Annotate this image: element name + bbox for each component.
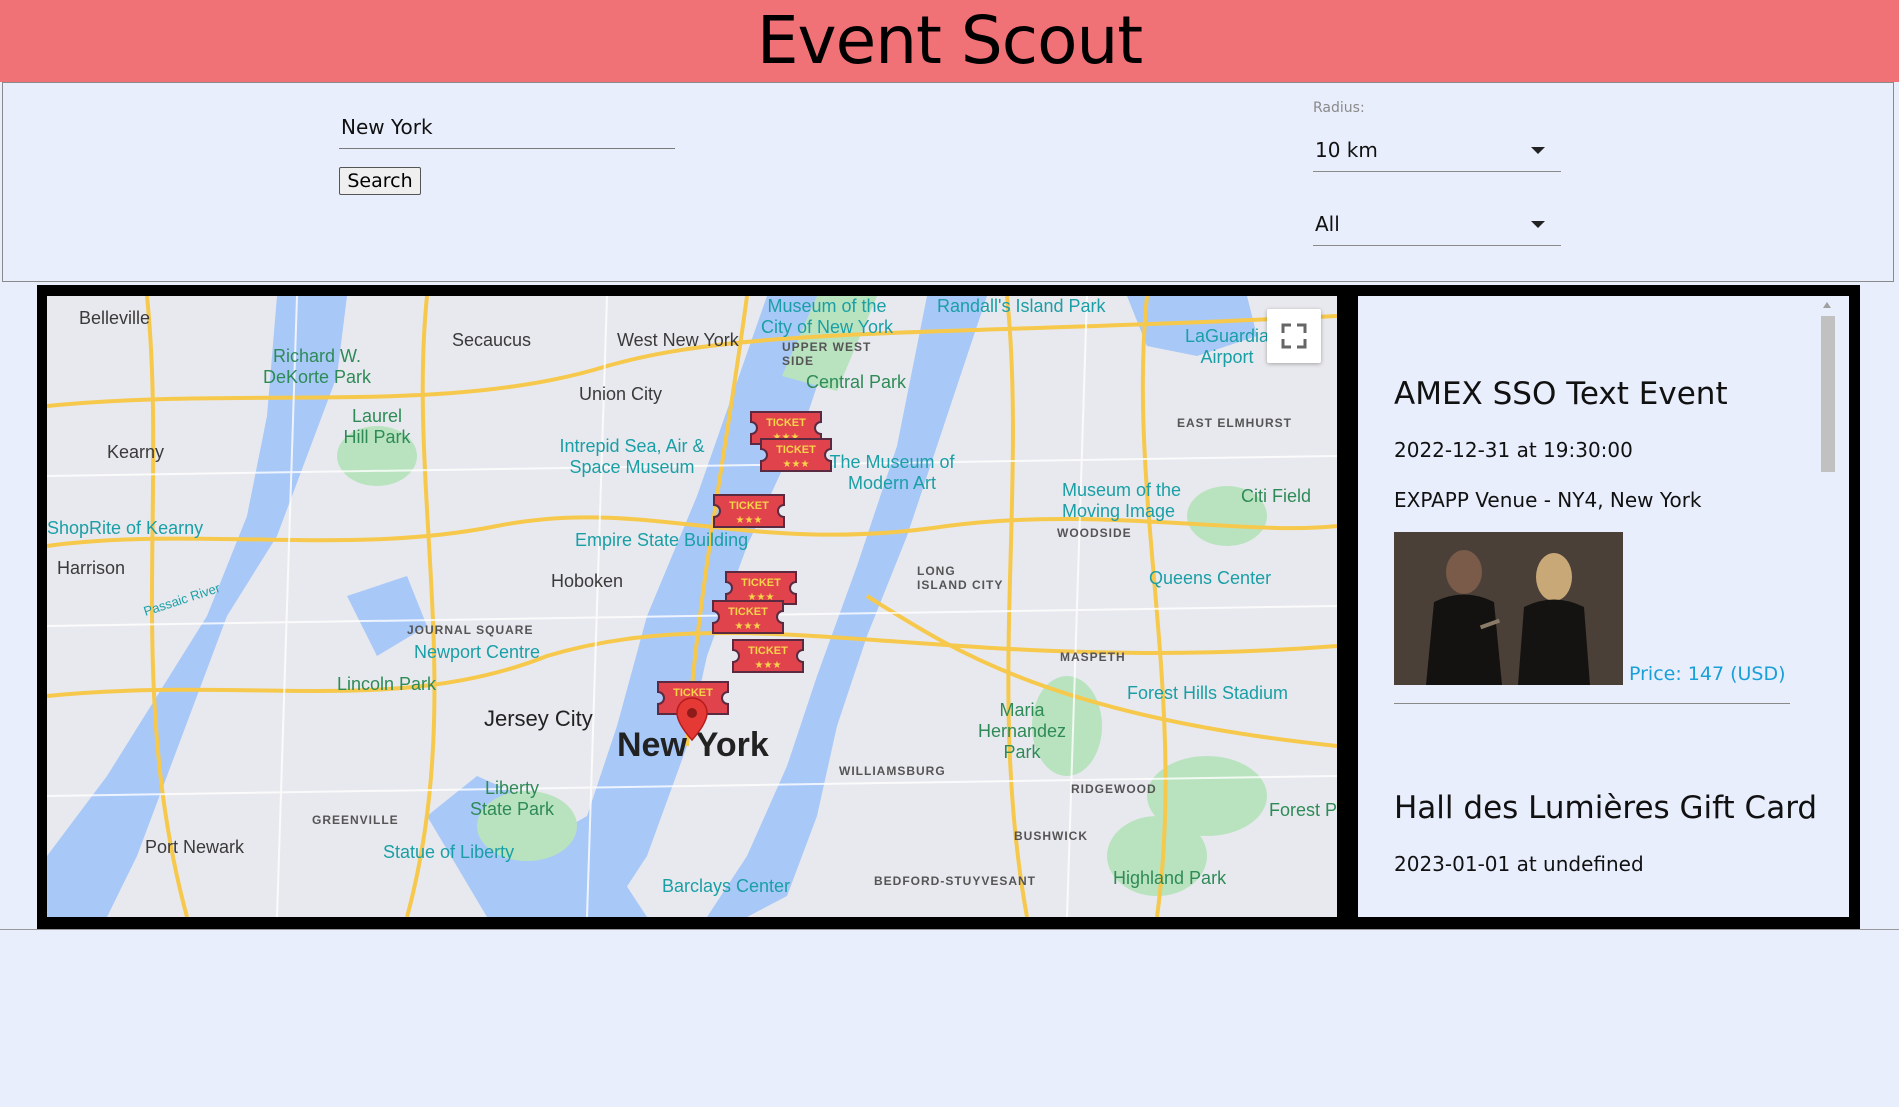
- map-label-richard: Richard W. DeKorte Park: [262, 346, 372, 387]
- map-label-upper-west: UPPER WEST SIDE: [782, 340, 872, 368]
- map-label-journal-square: JOURNAL SQUARE: [407, 623, 534, 637]
- event-venue: EXPAPP Venue - NY4, New York: [1394, 488, 1702, 512]
- category-select[interactable]: All: [1313, 202, 1561, 246]
- location-pin-icon[interactable]: [675, 696, 709, 742]
- map-label-harrison: Harrison: [57, 558, 126, 578]
- map-label-newport: Newport Centre: [414, 642, 541, 662]
- event-divider: [1394, 703, 1790, 704]
- map-label-ridgewood: RIDGEWOOD: [1071, 782, 1157, 796]
- caret-down-icon: [1531, 147, 1545, 154]
- map-label-long-island-city: LONG ISLAND CITY: [917, 564, 1004, 592]
- event-image: [1394, 532, 1623, 685]
- ticket-label: TICKET: [741, 577, 781, 589]
- ticket-label: TICKET: [776, 444, 816, 456]
- map-label-maria: Maria Hernandez Park: [977, 700, 1067, 762]
- map-label-liberty: Liberty State Park: [469, 778, 555, 819]
- app-title: Event Scout: [756, 2, 1143, 79]
- event-card[interactable]: AMEX SSO Text Event 2022-12-31 at 19:30:…: [1394, 376, 1790, 704]
- map-label-statue: Statue of Liberty: [383, 842, 515, 862]
- map-canvas: [47, 296, 1337, 917]
- search-button[interactable]: Search: [339, 167, 421, 195]
- map-label-port-newark: Port Newark: [145, 837, 245, 857]
- caret-down-icon: [1531, 221, 1545, 228]
- ticket-marker[interactable]: TICKET ★★★: [709, 595, 787, 639]
- map-label-hoboken: Hoboken: [551, 571, 624, 591]
- map-label-bedford: BEDFORD-STUYVESANT: [874, 874, 1037, 888]
- map-label-jersey-city: Jersey City: [484, 706, 593, 731]
- app-header: Event Scout: [0, 0, 1899, 82]
- map-label-maspeth: MASPETH: [1060, 650, 1126, 664]
- map-label-laurel: Laurel Hill Park: [343, 406, 411, 447]
- map-label-williamsburg: WILLIAMSBURG: [839, 764, 946, 778]
- radius-label: Radius:: [1313, 100, 1365, 116]
- radius-select[interactable]: 10 km: [1313, 128, 1561, 172]
- map-label-west-new-york: West New York: [617, 330, 739, 350]
- map-label-kearny: Kearny: [107, 442, 165, 462]
- map-label-moving-image: Museum of the Moving Image: [1062, 480, 1182, 521]
- map-label-union-city: Union City: [579, 384, 663, 404]
- search-panel: Search Radius: 10 km All: [2, 82, 1894, 282]
- svg-text:★★★: ★★★: [735, 621, 762, 632]
- map-label-laguardia: LaGuardia Airport: [1184, 326, 1270, 367]
- ticket-label: TICKET: [748, 645, 788, 657]
- map-label-museum-city: Museum of the City of New York: [760, 296, 894, 337]
- svg-text:★★★: ★★★: [783, 459, 810, 470]
- radius-value: 10 km: [1315, 138, 1378, 162]
- map-label-intrepid: Intrepid Sea, Air & Space Museum: [559, 436, 705, 477]
- event-title: AMEX SSO Text Event: [1394, 376, 1728, 412]
- event-price: Price: 147 (USD): [1629, 663, 1786, 685]
- event-datetime: 2022-12-31 at 19:30:00: [1394, 438, 1633, 462]
- ticket-marker[interactable]: TICKET ★★★: [757, 433, 835, 477]
- footer-divider: [0, 929, 1899, 930]
- map-label-central-park: Central Park: [806, 372, 907, 392]
- map-label-bushwick: BUSHWICK: [1014, 829, 1088, 843]
- map-label-forest-park: Forest P: [1269, 800, 1337, 820]
- event-list: AMEX SSO Text Event 2022-12-31 at 19:30:…: [1394, 296, 1818, 876]
- map-label-randalls: Randall's Island Park: [937, 296, 1106, 316]
- event-list-panel[interactable]: AMEX SSO Text Event 2022-12-31 at 19:30:…: [1358, 296, 1849, 917]
- main-frame: Belleville Secaucus West New York Union …: [37, 285, 1860, 929]
- ticket-label: TICKET: [729, 500, 769, 512]
- map-label-secaucus: Secaucus: [452, 330, 532, 350]
- svg-text:★★★: ★★★: [755, 660, 782, 671]
- category-value: All: [1315, 212, 1340, 236]
- event-title: Hall des Lumières Gift Card: [1394, 790, 1818, 826]
- map-label-forest-hills: Forest Hills Stadium: [1127, 683, 1289, 703]
- map[interactable]: Belleville Secaucus West New York Union …: [47, 296, 1337, 917]
- ticket-label: TICKET: [766, 417, 806, 429]
- map-label-belleville: Belleville: [79, 308, 151, 328]
- location-input[interactable]: [339, 105, 675, 149]
- map-label-barclays: Barclays Center: [662, 876, 791, 896]
- fullscreen-button[interactable]: [1267, 309, 1321, 363]
- event-card[interactable]: Hall des Lumières Gift Card 2023-01-01 a…: [1394, 790, 1818, 876]
- map-label-greenville: GREENVILLE: [312, 813, 399, 827]
- event-list-scrollbar[interactable]: [1818, 296, 1836, 917]
- map-label-queens-center: Queens Center: [1149, 568, 1272, 588]
- map-label-east-elmhurst: EAST ELMHURST: [1177, 416, 1292, 430]
- map-label-moma: The Museum of Modern Art: [829, 452, 955, 493]
- fullscreen-icon: [1281, 323, 1307, 349]
- map-label-lincoln: Lincoln Park: [337, 674, 437, 694]
- ticket-marker[interactable]: TICKET ★★★: [710, 489, 788, 533]
- event-datetime: 2023-01-01 at undefined: [1394, 852, 1644, 876]
- ticket-marker[interactable]: TICKET ★★★: [729, 634, 807, 678]
- ticket-label: TICKET: [728, 606, 768, 618]
- map-label-highland: Highland Park: [1113, 868, 1227, 888]
- svg-text:★★★: ★★★: [736, 515, 763, 526]
- map-label-empire: Empire State Building: [575, 530, 749, 550]
- map-label-woodside: WOODSIDE: [1057, 526, 1132, 540]
- map-label-shoprite: ShopRite of Kearny: [47, 518, 204, 538]
- map-label-citi-field: Citi Field: [1241, 486, 1312, 506]
